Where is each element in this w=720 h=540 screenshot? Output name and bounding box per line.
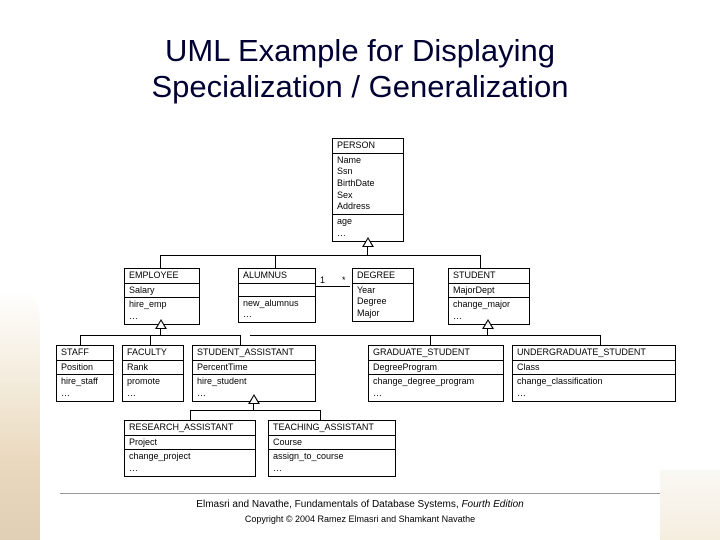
connector xyxy=(160,255,480,256)
connector xyxy=(367,247,368,255)
connector xyxy=(480,255,481,268)
connector xyxy=(80,335,240,336)
connector xyxy=(320,410,321,420)
class-attrs: Year Degree Major xyxy=(353,284,413,321)
class-name: STUDENT_ASSISTANT xyxy=(193,346,315,361)
class-attrs: Name Ssn BirthDate Sex Address xyxy=(333,154,403,215)
gen-arrow-icon xyxy=(155,319,167,329)
class-attrs: Position xyxy=(57,361,113,376)
class-attrs: Rank xyxy=(123,361,183,376)
connector xyxy=(190,410,320,411)
class-employee: EMPLOYEE Salary hire_emp … xyxy=(124,268,200,325)
class-name: STUDENT xyxy=(449,269,529,284)
class-student: STUDENT MajorDept change_major … xyxy=(448,268,530,325)
class-name: FACULTY xyxy=(123,346,183,361)
class-name: ALUMNUS xyxy=(239,269,315,284)
slide: UML Example for Displaying Specializatio… xyxy=(0,0,720,540)
gen-arrow-icon xyxy=(362,237,374,247)
class-attrs: Salary xyxy=(125,284,199,299)
connector xyxy=(430,335,431,345)
connector xyxy=(600,335,601,345)
class-ops: change_project … xyxy=(125,450,255,475)
connector xyxy=(250,335,600,336)
class-name: STAFF xyxy=(57,346,113,361)
class-name: PERSON xyxy=(333,139,403,154)
class-graduate-student: GRADUATE_STUDENT DegreeProgram change_de… xyxy=(368,345,504,402)
class-attrs: PercentTime xyxy=(193,361,315,376)
connector xyxy=(240,335,241,345)
slide-title: UML Example for Displaying Specializatio… xyxy=(0,33,720,105)
class-research-assistant: RESEARCH_ASSISTANT Project change_projec… xyxy=(124,420,256,477)
class-attrs: Course xyxy=(269,436,395,451)
class-name: EMPLOYEE xyxy=(125,269,199,284)
credit-line: Elmasri and Navathe, Fundamentals of Dat… xyxy=(0,499,720,510)
connector xyxy=(316,286,350,287)
multiplicity: * xyxy=(342,275,346,285)
class-staff: STAFF Position hire_staff … xyxy=(56,345,114,402)
title-line1: UML Example for Displaying xyxy=(165,33,555,68)
class-ops: change_degree_program … xyxy=(369,375,503,400)
class-alumnus: ALUMNUS new_alumnus … xyxy=(238,268,316,323)
connector xyxy=(190,410,191,420)
class-name: RESEARCH_ASSISTANT xyxy=(125,421,255,436)
class-person: PERSON Name Ssn BirthDate Sex Address ag… xyxy=(332,138,404,242)
class-name: TEACHING_ASSISTANT xyxy=(269,421,395,436)
class-attrs xyxy=(239,284,315,297)
connector xyxy=(150,335,151,345)
class-attrs: DegreeProgram xyxy=(369,361,503,376)
copyright-line: Copyright © 2004 Ramez Elmasri and Shamk… xyxy=(0,514,720,524)
class-teaching-assistant: TEACHING_ASSISTANT Course assign_to_cour… xyxy=(268,420,396,477)
connector xyxy=(80,335,81,345)
gen-arrow-icon xyxy=(248,394,260,404)
class-ops: assign_to_course … xyxy=(269,450,395,475)
connector xyxy=(275,255,276,268)
class-attrs: Project xyxy=(125,436,255,451)
title-line2: Specialization / Generalization xyxy=(151,69,568,104)
class-attrs: MajorDept xyxy=(449,284,529,299)
multiplicity: 1 xyxy=(320,275,325,285)
class-ops: hire_staff … xyxy=(57,375,113,400)
credit-edition: Fourth Edition xyxy=(461,499,523,510)
class-ops: change_classification … xyxy=(513,375,675,400)
class-faculty: FACULTY Rank promote … xyxy=(122,345,184,402)
class-name: GRADUATE_STUDENT xyxy=(369,346,503,361)
connector xyxy=(160,255,161,268)
class-ops: promote … xyxy=(123,375,183,400)
footer-rule xyxy=(60,493,660,494)
class-name: UNDERGRADUATE_STUDENT xyxy=(513,346,675,361)
class-undergraduate-student: UNDERGRADUATE_STUDENT Class change_class… xyxy=(512,345,676,402)
gen-arrow-icon xyxy=(482,319,494,329)
class-attrs: Class xyxy=(513,361,675,376)
credit-text: Elmasri and Navathe, Fundamentals of Dat… xyxy=(196,499,461,510)
class-degree: DEGREE Year Degree Major xyxy=(352,268,414,322)
class-name: DEGREE xyxy=(353,269,413,284)
class-ops: new_alumnus … xyxy=(239,297,315,322)
